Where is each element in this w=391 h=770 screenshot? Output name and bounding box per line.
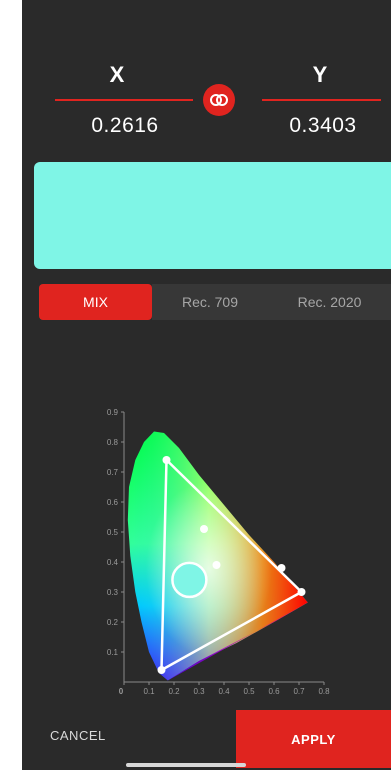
- app-screen: X 0.2616 Y 0.3403 MIX Rec. 709 Rec. 2020: [22, 0, 391, 770]
- gamut-vertex-point: [162, 456, 171, 464]
- x-tick-label: 0.7: [293, 687, 305, 695]
- x-tick-label: 0.5: [243, 687, 255, 695]
- x-tick-label: 0: [119, 687, 124, 695]
- cie-chromaticity-diagram[interactable]: 0.1 0.2 0.3 0.4 0.5 0.6 0.7 0.8 0.9 0 0.1 0.2 0.3 0.4…: [84, 400, 364, 696]
- y-tick-label: 0.9: [107, 408, 119, 417]
- apply-button[interactable]: APPLY: [236, 710, 391, 768]
- y-label: Y: [312, 62, 328, 87]
- cancel-button[interactable]: CANCEL: [50, 728, 190, 748]
- white-region: [127, 431, 308, 681]
- mode-selector: MIX Rec. 709 Rec. 2020: [22, 282, 391, 322]
- x-underline: [55, 99, 193, 101]
- mode-rec2020-tab[interactable]: Rec. 2020: [268, 284, 391, 320]
- selected-color-marker: [171, 561, 208, 599]
- x-tick-label: 0.6: [268, 687, 280, 695]
- gamut-vertex-point: [297, 588, 306, 596]
- home-indicator: [126, 763, 246, 767]
- gamut-vertex-point: [157, 666, 166, 674]
- y-tick-label: 0.4: [107, 558, 119, 567]
- x-tick-label: 0.3: [193, 687, 205, 695]
- y-tick-label: 0.2: [107, 618, 119, 627]
- data-point: [277, 564, 286, 572]
- x-tick-label: 0.1: [143, 687, 155, 695]
- x-tick-label: 0.8: [318, 687, 330, 695]
- data-point: [200, 525, 208, 533]
- link-xy-button[interactable]: [203, 84, 235, 116]
- x-value-field[interactable]: 0.2616: [62, 114, 188, 138]
- y-tick-label: 0.6: [107, 498, 119, 507]
- apply-label: APPLY: [291, 731, 336, 747]
- y-tick-label: 0.8: [107, 438, 119, 447]
- y-tick-label: 0.7: [107, 468, 119, 477]
- bottom-actions: CANCEL APPLY: [22, 710, 391, 770]
- y-tick-label: 0.3: [107, 588, 119, 597]
- data-point: [212, 561, 221, 569]
- y-value-field[interactable]: 0.3403: [268, 114, 378, 138]
- y-tick-label: 0.5: [107, 528, 119, 537]
- x-tick-label: 0.4: [218, 687, 230, 695]
- y-underline: [262, 99, 381, 101]
- y-tick-label: 0.1: [107, 648, 119, 657]
- linked-circles-icon: [210, 94, 228, 106]
- cie-chart[interactable]: 0.1 0.2 0.3 0.4 0.5 0.6 0.7 0.8 0.9 0 0.1 0.2 0.3 0.4…: [84, 400, 364, 696]
- chromaticity-coordinates: X 0.2616 Y 0.3403: [22, 0, 391, 150]
- x-tick-label: 0.2: [168, 687, 180, 695]
- color-preview-swatch: [34, 162, 391, 269]
- x-label: X: [109, 62, 125, 87]
- mode-mix-tab[interactable]: MIX: [39, 284, 152, 320]
- mode-rec709-tab[interactable]: Rec. 709: [152, 284, 268, 320]
